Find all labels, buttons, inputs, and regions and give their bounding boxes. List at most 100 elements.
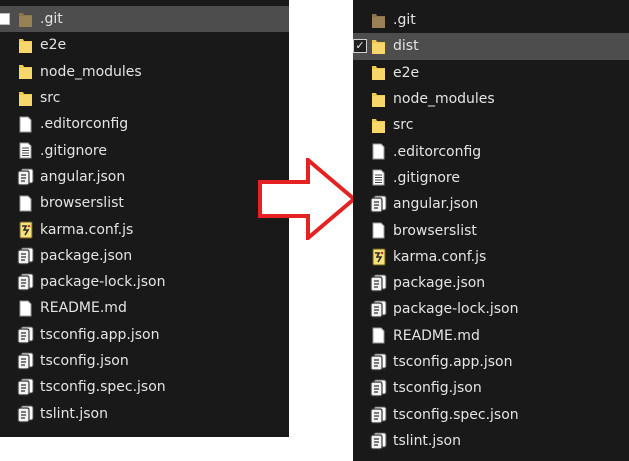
file-row-package-lock-json[interactable]: package-lock.json [353,296,629,322]
file-row-gitignore[interactable]: .gitignore [0,137,289,163]
file-name-label: .git [393,12,416,29]
file-name-label: dist [393,38,419,55]
file-row-tslint-json[interactable]: tslint.json [353,428,629,454]
file-name-label: angular.json [40,168,126,185]
file-name-label: tslint.json [40,405,108,422]
file-name-label: tsconfig.json [393,380,482,397]
file-row-tsconfig-spec-json[interactable]: tsconfig.spec.json [0,374,289,400]
left-file-list-panel: .git e2e node_modulessrc .editorconfig .giti… [0,0,289,437]
file-row-src[interactable]: src [353,112,629,138]
json-file-icon [370,378,387,398]
blank-file-icon [370,326,387,346]
file-row-tslint-json[interactable]: tslint.json [0,400,289,426]
file-row-tsconfig-app-json[interactable]: tsconfig.app.json [0,322,289,348]
file-row-node-modules[interactable]: node_modules [0,59,289,85]
selection-checkbox[interactable] [0,13,10,25]
file-name-label: .gitignore [40,142,107,159]
file-row-e2e[interactable]: e2e [353,60,629,86]
right-arrow-icon [258,158,358,240]
selection-checkbox[interactable]: ✓ [353,39,367,54]
json-file-icon [17,325,34,345]
file-row-karma-conf-js[interactable]: karma.conf.js [0,216,289,242]
file-name-label: package-lock.json [40,274,166,291]
folder-icon [370,63,387,83]
file-row-gitignore[interactable]: .gitignore [353,165,629,191]
file-row-git[interactable]: .git [0,6,289,33]
folder-git-icon [370,10,387,30]
file-name-label: tsconfig.spec.json [393,406,519,423]
file-name-label: src [393,117,414,134]
folder-icon [17,62,34,82]
json-file-icon [370,299,387,319]
folder-git-icon [17,9,34,29]
folder-icon [370,89,387,109]
file-name-label: karma.conf.js [393,248,487,265]
file-name-label: e2e [40,37,67,54]
json-file-icon [370,431,387,451]
right-file-list-panel: .git ✓ dist e2e node_modulessrc .editorconfig… [353,0,629,461]
file-name-label: tsconfig.spec.json [40,379,166,396]
file-row-package-json[interactable]: package.json [0,243,289,269]
file-name-label: .editorconfig [40,116,129,133]
blank-file-icon [17,114,34,134]
file-row-package-lock-json[interactable]: package-lock.json [0,269,289,295]
file-row-tsconfig-json[interactable]: tsconfig.json [353,375,629,401]
file-name-label: src [40,90,61,107]
file-row-readme-md[interactable]: README.md [0,295,289,321]
file-row-node-modules[interactable]: node_modules [353,86,629,112]
blank-file-icon [17,193,34,213]
json-file-icon [370,352,387,372]
file-row-dist[interactable]: ✓ dist [353,33,629,60]
file-row-browserslist[interactable]: browserslist [353,217,629,243]
blank-file-icon [370,142,387,162]
json-file-icon [370,194,387,214]
file-name-label: README.md [40,300,127,317]
js-file-icon [370,247,387,267]
json-file-icon [17,167,34,187]
file-row-angular-json[interactable]: angular.json [0,164,289,190]
file-name-label: package-lock.json [393,301,519,318]
file-row-karma-conf-js[interactable]: karma.conf.js [353,244,629,270]
folder-icon [370,36,387,56]
json-file-icon [17,272,34,292]
file-row-git[interactable]: .git [353,7,629,33]
json-file-icon [17,246,34,266]
blank-file-icon [17,298,34,318]
file-name-label: package.json [393,275,486,292]
file-row-e2e[interactable]: e2e [0,32,289,58]
folder-icon [17,88,34,108]
file-name-label: tslint.json [393,432,461,449]
file-row-angular-json[interactable]: angular.json [353,191,629,217]
file-name-label: tsconfig.json [40,353,129,369]
file-name-label: package.json [40,247,133,264]
file-row-browserslist[interactable]: browserslist [0,190,289,216]
file-name-label: browserslist [393,222,477,239]
folder-icon [370,115,387,135]
file-name-label: tsconfig.app.json [393,354,513,370]
json-file-icon [370,405,387,425]
file-row-package-json[interactable]: package.json [353,270,629,296]
file-row-editorconfig[interactable]: .editorconfig [353,138,629,164]
file-name-label: node_modules [393,91,495,108]
file-row-editorconfig[interactable]: .editorconfig [0,111,289,137]
file-name-label: angular.json [393,196,479,213]
json-file-icon [17,351,34,371]
json-file-icon [17,404,34,424]
file-name-label: README.md [393,327,480,344]
blank-file-icon [370,221,387,241]
file-name-label: .git [40,11,63,28]
right-file-list: .git ✓ dist e2e node_modulessrc .editorconfig… [353,7,629,454]
file-name-label: .editorconfig [393,143,482,160]
js-file-icon [17,220,34,240]
file-row-tsconfig-json[interactable]: tsconfig.json [0,348,289,374]
file-row-tsconfig-app-json[interactable]: tsconfig.app.json [353,349,629,375]
text-file-icon [17,141,34,161]
file-row-readme-md[interactable]: README.md [353,323,629,349]
file-row-tsconfig-spec-json[interactable]: tsconfig.spec.json [353,401,629,427]
file-row-src[interactable]: src [0,85,289,111]
json-file-icon [17,377,34,397]
file-name-label: node_modules [40,63,142,80]
text-file-icon [370,168,387,188]
file-name-label: e2e [393,64,420,81]
file-name-label: karma.conf.js [40,221,134,238]
